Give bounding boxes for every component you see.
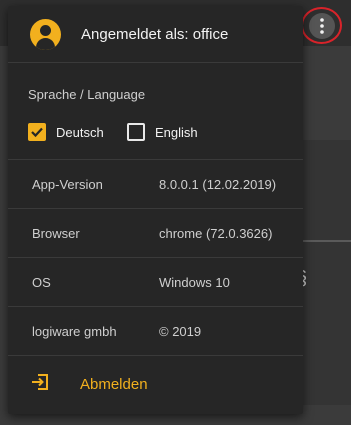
info-row-os: OS Windows 10 (8, 258, 303, 307)
info-value: Windows 10 (159, 275, 230, 290)
user-header: Angemeldet als: office (8, 6, 303, 63)
user-menu-panel: Angemeldet als: office Sprache / Languag… (8, 6, 303, 414)
language-option-english[interactable]: English (127, 123, 198, 141)
info-key: Browser (32, 226, 80, 241)
info-value: chrome (72.0.3626) (159, 226, 273, 241)
logout-label: Abmelden (80, 375, 148, 393)
checkbox-checked-icon[interactable] (28, 123, 46, 141)
language-label-deutsch: Deutsch (56, 124, 104, 140)
language-section: Sprache / Language Deutsch English (8, 63, 303, 160)
info-key: logiware gmbh (32, 324, 117, 339)
info-value: 8.0.0.1 (12.02.2019) (159, 177, 277, 192)
logout-button[interactable]: Abmelden (8, 356, 303, 412)
info-key: App-Version (32, 177, 103, 192)
logged-in-as-label: Angemeldet als: office (81, 25, 229, 43)
checkbox-unchecked-icon[interactable] (127, 123, 145, 141)
more-options-button[interactable] (301, 7, 342, 44)
logout-icon (30, 372, 50, 397)
info-row-browser: Browser chrome (72.0.3626) (8, 209, 303, 258)
language-title: Sprache / Language (28, 87, 146, 102)
info-row-app-version: App-Version 8.0.0.1 (12.02.2019) (8, 160, 303, 209)
info-row-company: logiware gmbh © 2019 (8, 307, 303, 356)
info-key: OS (32, 275, 51, 290)
info-value: © 2019 (159, 324, 202, 339)
language-option-deutsch[interactable]: Deutsch (28, 123, 104, 141)
language-label-english: English (155, 124, 198, 140)
more-vert-icon (308, 12, 335, 39)
account-circle-icon (30, 18, 61, 50)
